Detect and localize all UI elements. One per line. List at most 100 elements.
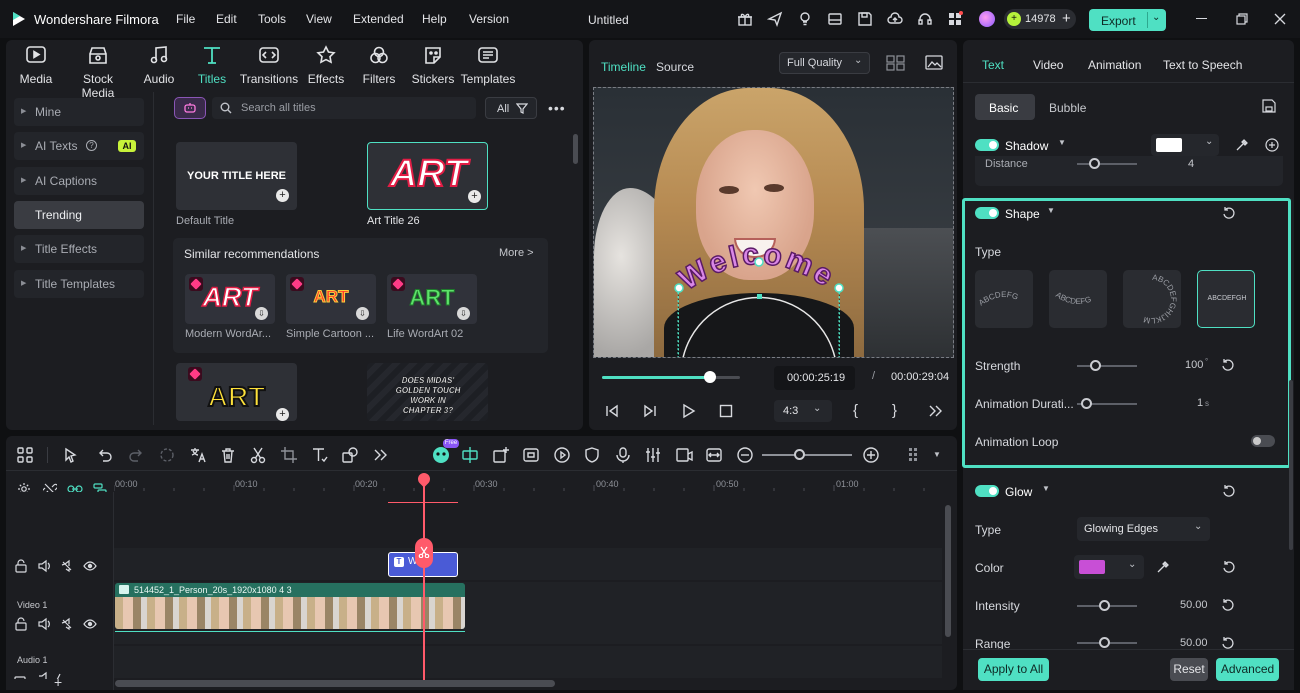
glow-expand-icon[interactable]: ▼ [1042,484,1050,493]
menu-view[interactable]: View [306,12,332,26]
eyedropper-icon[interactable] [1235,138,1249,152]
media-scrollbar[interactable] [573,134,578,164]
download-icon[interactable]: ⇩ [356,307,369,320]
chevron-down-icon[interactable]: ▼ [933,450,941,459]
restore-icon[interactable] [1236,13,1248,25]
select-arrow-icon[interactable] [62,446,80,464]
ai-title-generator-button[interactable] [174,97,206,119]
glow-color-reset-icon[interactable] [1222,560,1236,574]
cloud-upload-icon[interactable] [887,11,903,27]
shape-option-arc-up[interactable]: ABCDEFG [1049,270,1107,328]
glow-eyedropper-icon[interactable] [1156,560,1170,574]
sidebar-item-ai-texts[interactable]: ▶ AI Texts ? AI [14,132,144,160]
avatar[interactable] [979,11,995,27]
menu-help[interactable]: Help [422,12,447,26]
animation-duration-slider-knob[interactable] [1081,398,1092,409]
split-marker[interactable] [415,538,433,568]
tab-titles[interactable]: Titles [182,44,242,86]
zoom-in-icon[interactable] [862,446,880,464]
animation-loop-toggle[interactable] [1251,435,1275,447]
sidebar-item-ai-captions[interactable]: ▶ AI Captions [14,167,144,195]
menu-file[interactable]: File [176,12,195,26]
gift-icon[interactable] [737,11,753,27]
more-tools-icon[interactable] [371,446,389,464]
shape-toggle[interactable] [975,207,999,219]
close-icon[interactable] [1274,13,1286,25]
headset-icon[interactable] [917,11,933,27]
voiceover-icon[interactable] [675,446,693,464]
menu-edit[interactable]: Edit [216,12,237,26]
more-link[interactable]: More > [499,247,534,259]
eye-icon[interactable] [83,559,97,573]
strength-slider-track[interactable] [1077,365,1137,367]
mark-out-icon[interactable]: } [892,402,897,419]
save-preset-icon[interactable] [1262,99,1276,113]
filter-dropdown[interactable]: All [485,97,537,119]
shadow-color-picker[interactable]: ⌄ [1151,134,1219,156]
sidebar-item-title-effects[interactable]: ▶ Title Effects [14,235,144,263]
mute-track-icon[interactable] [60,559,74,573]
zoom-slider-track[interactable] [762,454,852,456]
add-icon[interactable]: + [468,190,481,203]
video-preview[interactable]: Welcome [593,87,954,358]
properties-scrollbar[interactable] [1289,380,1293,550]
shape-option-arc-down[interactable]: ABCDEFG [975,270,1033,328]
menu-extended[interactable]: Extended [353,12,404,26]
mute-track-icon[interactable] [60,617,74,631]
video-clip[interactable]: 514452_1_Person_20s_1920x1080 4 3 [115,583,465,629]
shape-reset-icon[interactable] [1222,206,1236,220]
rec-thumb-modern-wordart[interactable]: ART ⇩ [185,274,275,324]
translate-icon[interactable] [189,446,207,464]
tab-media[interactable]: Media [6,44,66,86]
subtab-basic[interactable]: Basic [975,94,1035,120]
grid-view-icon[interactable] [886,55,906,71]
glow-toggle[interactable] [975,485,999,497]
timeline-vertical-scrollbar[interactable] [945,505,951,637]
export-button[interactable]: Export ⌄ [1089,9,1166,31]
tab-video[interactable]: Video [1033,58,1063,72]
playhead-line[interactable] [423,484,425,680]
add-icon[interactable]: + [276,408,289,421]
download-icon[interactable]: ⇩ [457,307,470,320]
shape-expand-icon[interactable]: ▼ [1047,206,1055,215]
auto-reframe-icon[interactable] [522,446,540,464]
intensity-slider-knob[interactable] [1099,600,1110,611]
ai-mate-icon[interactable] [431,445,451,465]
glow-reset-icon[interactable] [1222,484,1236,498]
add-track-icon[interactable]: + [54,674,62,690]
playhead-knob[interactable] [703,371,716,383]
shape-option-circle[interactable]: ABCDEFGHIJKLM [1123,270,1181,328]
speed-icon[interactable] [553,446,571,464]
mark-in-icon[interactable]: { [853,402,858,419]
track-layout-icon[interactable] [906,446,924,464]
art-title-26-thumb[interactable]: ART + [367,142,488,210]
reset-button[interactable]: Reset [1170,658,1208,681]
rec-thumb-life-wordart[interactable]: ART ⇩ [387,274,477,324]
tab-filters[interactable]: Filters [349,44,409,86]
undo-icon[interactable] [96,446,114,464]
lock-icon[interactable] [14,617,28,631]
sidebar-item-mine[interactable]: ▶ Mine [14,98,144,126]
download-icon[interactable]: ⇩ [255,307,268,320]
tab-audio[interactable]: Audio [129,44,189,86]
snapshot-icon[interactable] [925,55,943,71]
rec-thumb-simple-cartoon[interactable]: ART ⇩ [286,274,376,324]
menu-tools[interactable]: Tools [258,12,286,26]
layout-icon[interactable] [827,11,843,27]
search-input[interactable]: Search all titles [212,97,476,119]
tab-stock-media[interactable]: Stock Media [66,44,130,100]
sidebar-item-trending[interactable]: Trending [14,201,144,229]
more-options-icon[interactable]: ••• [548,100,566,116]
eye-icon[interactable] [83,617,97,631]
text-tool-icon[interactable] [310,446,328,464]
credits-pill[interactable]: + 14978 + [1004,9,1076,29]
split-scene-icon[interactable] [461,446,479,464]
shadow-toggle[interactable] [975,139,999,151]
layout-grid-icon[interactable] [16,446,34,464]
shadow-expand-icon[interactable]: ▼ [1058,138,1066,147]
previous-frame-icon[interactable] [604,403,620,419]
zoom-slider-knob[interactable] [794,449,805,460]
add-keyframe-icon[interactable] [1265,138,1279,152]
playback-progress-track[interactable] [602,371,740,383]
range-slider-knob[interactable] [1099,637,1110,648]
